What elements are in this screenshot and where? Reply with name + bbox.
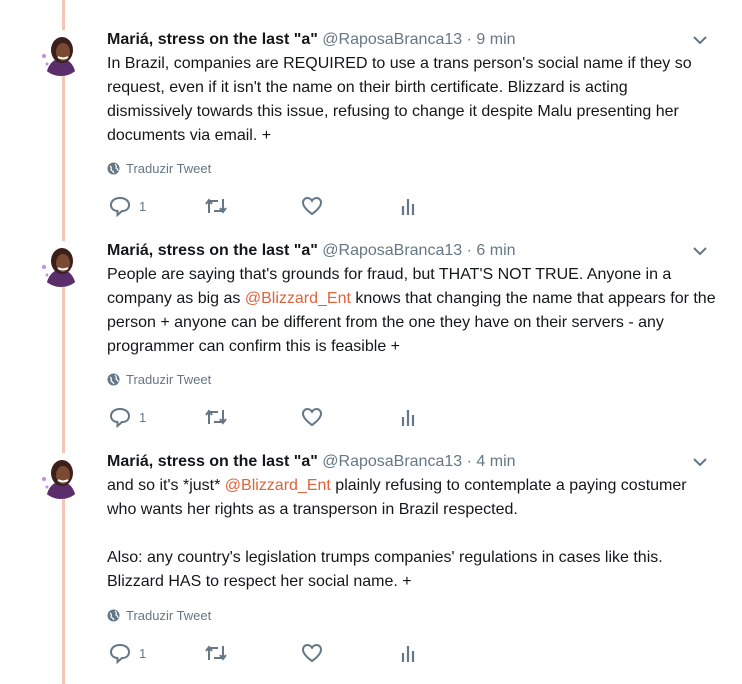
timestamp[interactable]: 4 min xyxy=(476,453,515,470)
author-name[interactable]: Mariá, stress on the last "a" xyxy=(107,31,318,48)
retweet-icon xyxy=(205,198,227,214)
analytics-icon xyxy=(401,646,415,662)
chevron-down-icon[interactable] xyxy=(692,245,708,257)
tweet-text-part: and so it's *just* xyxy=(107,477,225,494)
mention-link[interactable]: @Blizzard_Ent xyxy=(225,477,331,494)
reply-count: 1 xyxy=(139,645,147,661)
translate-link[interactable]: Traduzir Tweet xyxy=(107,608,211,623)
timestamp[interactable]: 9 min xyxy=(476,31,515,48)
retweet-icon xyxy=(205,645,227,661)
like-button[interactable] xyxy=(301,642,323,664)
analytics-icon xyxy=(401,199,415,215)
reply-icon xyxy=(109,196,131,217)
globe-icon xyxy=(107,373,120,386)
thread-line xyxy=(62,0,65,684)
analytics-icon xyxy=(401,410,415,426)
globe-icon xyxy=(107,609,120,622)
retweet-button[interactable] xyxy=(203,406,229,428)
tweet-actions: 1 xyxy=(107,642,427,666)
like-icon xyxy=(301,407,323,427)
like-icon xyxy=(301,196,323,216)
like-button[interactable] xyxy=(301,195,323,217)
like-icon xyxy=(301,643,323,663)
translate-label: Traduzir Tweet xyxy=(126,372,212,387)
reply-button[interactable]: 1 xyxy=(109,195,146,217)
separator-dot: · xyxy=(466,31,472,48)
translate-label: Traduzir Tweet xyxy=(126,161,212,176)
analytics-button[interactable] xyxy=(399,406,417,428)
tweet-header: Mariá, stress on the last "a" @RaposaBra… xyxy=(107,241,717,261)
tweet-header: Mariá, stress on the last "a" @RaposaBra… xyxy=(107,30,717,50)
tweet-text: and so it's *just* @Blizzard_Ent plainly… xyxy=(107,474,717,594)
tweet-actions: 1 xyxy=(107,195,427,219)
author-name[interactable]: Mariá, stress on the last "a" xyxy=(107,242,318,259)
globe-icon xyxy=(107,162,120,175)
translate-link[interactable]: Traduzir Tweet xyxy=(107,161,211,176)
timestamp[interactable]: 6 min xyxy=(476,242,515,259)
author-handle[interactable]: @RaposaBranca13 xyxy=(322,453,462,470)
reply-icon xyxy=(109,407,131,428)
tweet-text: People are saying that's grounds for fra… xyxy=(107,263,717,359)
tweet-text: In Brazil, companies are REQUIRED to use… xyxy=(107,55,697,144)
tweet-actions: 1 xyxy=(107,406,427,430)
retweet-icon xyxy=(205,409,227,425)
retweet-button[interactable] xyxy=(203,195,229,217)
reply-count: 1 xyxy=(139,198,147,214)
reply-count: 1 xyxy=(139,409,147,425)
reply-icon xyxy=(109,643,131,664)
like-button[interactable] xyxy=(301,406,323,428)
separator-dot: · xyxy=(466,242,472,259)
retweet-button[interactable] xyxy=(203,642,229,664)
chevron-down-icon[interactable] xyxy=(692,34,708,46)
analytics-button[interactable] xyxy=(399,642,417,664)
tweet-header: Mariá, stress on the last "a" @RaposaBra… xyxy=(107,452,717,472)
translate-label: Traduzir Tweet xyxy=(126,608,212,623)
avatar[interactable] xyxy=(38,30,84,76)
mention-link[interactable]: @Blizzard_Ent xyxy=(245,290,351,307)
reply-button[interactable]: 1 xyxy=(109,406,146,428)
avatar[interactable] xyxy=(38,241,84,287)
author-name[interactable]: Mariá, stress on the last "a" xyxy=(107,453,318,470)
translate-link[interactable]: Traduzir Tweet xyxy=(107,372,211,387)
analytics-button[interactable] xyxy=(399,195,417,217)
avatar[interactable] xyxy=(38,453,84,499)
author-handle[interactable]: @RaposaBranca13 xyxy=(322,242,462,259)
chevron-down-icon[interactable] xyxy=(692,456,708,468)
author-handle[interactable]: @RaposaBranca13 xyxy=(322,31,462,48)
reply-button[interactable]: 1 xyxy=(109,642,146,664)
separator-dot: · xyxy=(466,453,472,470)
